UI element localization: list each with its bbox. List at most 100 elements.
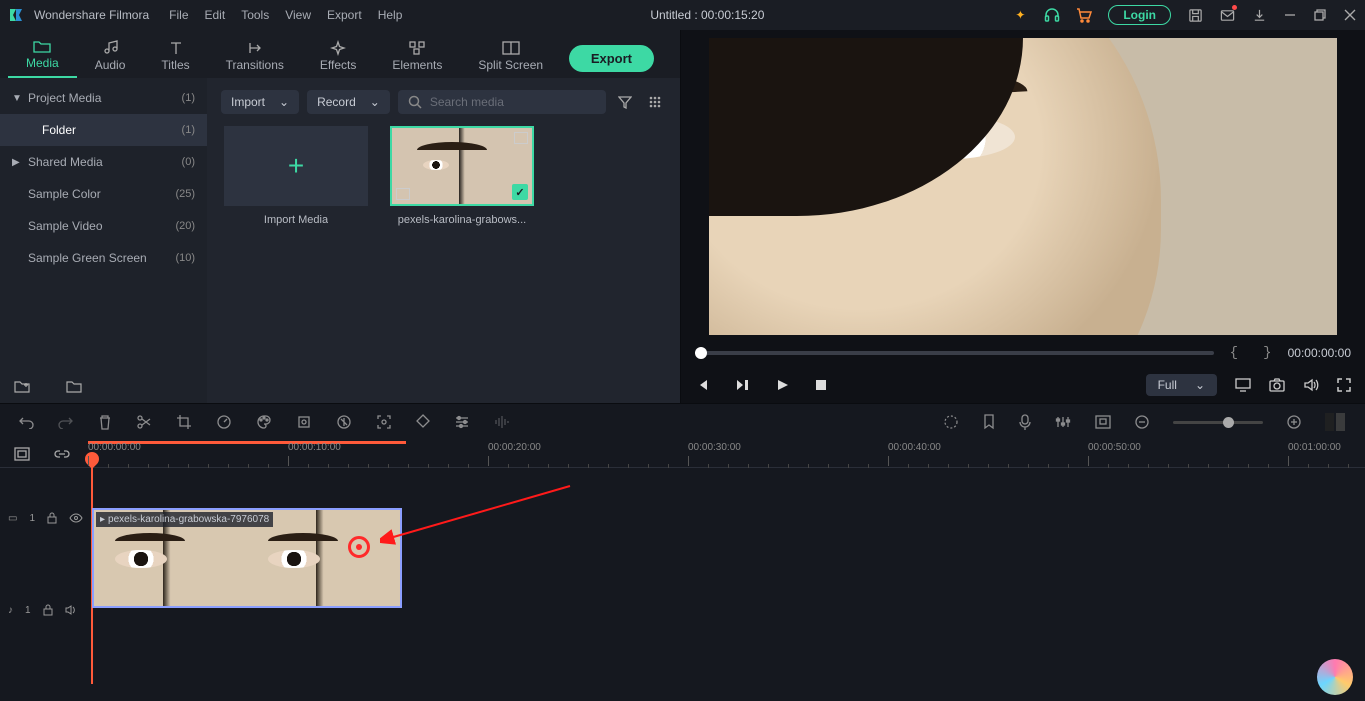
mail-icon[interactable] (1219, 7, 1235, 23)
cart-icon[interactable] (1076, 7, 1092, 23)
sidebar-project-media[interactable]: ▼Project Media(1) (0, 82, 207, 114)
undo-button[interactable] (18, 415, 34, 429)
lightbulb-icon[interactable]: ✦ (1012, 7, 1028, 23)
zoom-in-button[interactable] (1287, 415, 1301, 429)
grid-view-icon[interactable] (644, 91, 666, 113)
stop-start-button[interactable] (735, 378, 749, 392)
tab-audio[interactable]: Audio (77, 36, 144, 78)
marker-list-icon[interactable] (983, 414, 995, 430)
preview-panel: { } 00:00:00:00 Full⌄ (680, 30, 1365, 403)
menu-edit[interactable]: Edit (205, 8, 226, 22)
track-options-icon[interactable] (14, 447, 30, 461)
audio-wave-button[interactable] (494, 415, 512, 429)
video-clip[interactable]: ▸pexels-karolina-grabowska-7976078 (92, 508, 402, 608)
download-icon[interactable] (1251, 7, 1267, 23)
sidebar-shared-media[interactable]: ▶Shared Media(0) (0, 146, 207, 178)
library-panel: Media Audio Titles Transitions Effects E… (0, 30, 680, 403)
close-button[interactable] (1343, 9, 1357, 21)
tab-media[interactable]: Media (8, 34, 77, 78)
ruler-tick: 00:00:10:00 (288, 442, 341, 453)
sidebar-bottom-actions (0, 369, 207, 403)
export-button[interactable]: Export (569, 45, 654, 72)
fullscreen-icon[interactable] (1337, 378, 1351, 392)
chevron-down-icon: ⌄ (370, 95, 380, 109)
plus-icon: + (288, 150, 304, 182)
ruler-tick: 00:01:00:00 (1288, 442, 1341, 453)
tab-transitions[interactable]: Transitions (208, 36, 302, 78)
menu-view[interactable]: View (285, 8, 311, 22)
added-check-icon: ✓ (512, 184, 528, 200)
markers-icon[interactable]: { } (1224, 345, 1278, 361)
annotation-target-icon (348, 536, 370, 558)
video-track-header[interactable]: ▭1 (0, 468, 88, 568)
eye-icon[interactable] (69, 513, 83, 523)
new-folder-icon[interactable] (14, 379, 30, 393)
filter-icon[interactable] (614, 91, 636, 113)
brand-logo-icon[interactable] (1317, 659, 1353, 695)
lock-icon[interactable] (43, 604, 53, 616)
display-monitor-icon[interactable] (1235, 378, 1251, 392)
tab-elements[interactable]: Elements (374, 36, 460, 78)
import-media-tile[interactable]: + Import Media (221, 126, 371, 226)
split-button[interactable] (136, 414, 152, 430)
playback-controls: Full⌄ (681, 367, 1365, 403)
sidebar-sample-greenscreen[interactable]: Sample Green Screen(10) (0, 242, 207, 274)
crop-button[interactable] (176, 414, 192, 430)
clip-label: ▸pexels-karolina-grabowska-7976078 (96, 512, 273, 527)
search-input[interactable] (430, 95, 596, 109)
ruler-tick: 00:00:20:00 (488, 442, 541, 453)
adjust-button[interactable] (454, 415, 470, 429)
login-button[interactable]: Login (1108, 5, 1171, 25)
zoom-out-button[interactable] (1135, 415, 1149, 429)
track-content[interactable]: ▸pexels-karolina-grabowska-7976078 (88, 468, 1365, 701)
stop-button[interactable] (815, 379, 827, 391)
voiceover-icon[interactable] (1019, 414, 1031, 430)
keyframe-button[interactable] (296, 414, 312, 430)
tab-splitscreen[interactable]: Split Screen (460, 36, 561, 78)
preview-timecode: 00:00:00:00 (1288, 346, 1351, 360)
audio-track-header[interactable]: ♪1 (0, 586, 88, 634)
mask-button[interactable] (336, 414, 352, 430)
zoom-slider[interactable] (1173, 421, 1263, 424)
timeline-ruler[interactable]: 00:00:00:0000:00:10:0000:00:20:0000:00:3… (88, 440, 1365, 467)
color-button[interactable] (256, 414, 272, 430)
mixer-icon[interactable] (1055, 415, 1071, 429)
preview-viewport[interactable] (709, 38, 1337, 335)
sidebar-sample-video[interactable]: Sample Video(20) (0, 210, 207, 242)
minimize-button[interactable] (1283, 9, 1297, 21)
menu-file[interactable]: File (169, 8, 188, 22)
scrub-slider[interactable] (695, 351, 1214, 355)
sidebar-folder[interactable]: Folder(1) (0, 114, 207, 146)
maximize-button[interactable] (1313, 9, 1327, 21)
render-button[interactable] (943, 414, 959, 430)
delete-button[interactable] (98, 414, 112, 430)
display-mode-dropdown[interactable]: Full⌄ (1146, 374, 1217, 396)
marker-button[interactable] (416, 414, 430, 430)
play-button[interactable] (775, 378, 789, 392)
record-dropdown[interactable]: Record⌄ (307, 90, 390, 114)
menu-export[interactable]: Export (327, 8, 362, 22)
redo-button[interactable] (58, 415, 74, 429)
media-clip-tile[interactable]: ✓ pexels-karolina-grabows... (387, 126, 537, 226)
tab-titles[interactable]: Titles (143, 36, 207, 78)
lock-icon[interactable] (47, 512, 57, 524)
open-folder-icon[interactable] (66, 379, 82, 393)
screenshot-icon[interactable] (1095, 415, 1111, 429)
save-icon[interactable] (1187, 7, 1203, 23)
menu-tools[interactable]: Tools (241, 8, 269, 22)
speed-button[interactable] (216, 414, 232, 430)
tab-effects[interactable]: Effects (302, 36, 374, 78)
clip-play-icon: ▸ (100, 514, 105, 525)
link-icon[interactable] (54, 447, 70, 461)
timeline-view-toggle[interactable] (1325, 413, 1347, 431)
detect-button[interactable] (376, 414, 392, 430)
import-dropdown[interactable]: Import⌄ (221, 90, 299, 114)
volume-icon[interactable] (1303, 378, 1319, 392)
search-media[interactable] (398, 90, 606, 114)
headphones-icon[interactable] (1044, 7, 1060, 23)
prev-frame-button[interactable] (695, 378, 709, 392)
snapshot-icon[interactable] (1269, 378, 1285, 392)
menu-help[interactable]: Help (378, 8, 403, 22)
speaker-icon[interactable] (65, 604, 77, 616)
sidebar-sample-color[interactable]: Sample Color(25) (0, 178, 207, 210)
